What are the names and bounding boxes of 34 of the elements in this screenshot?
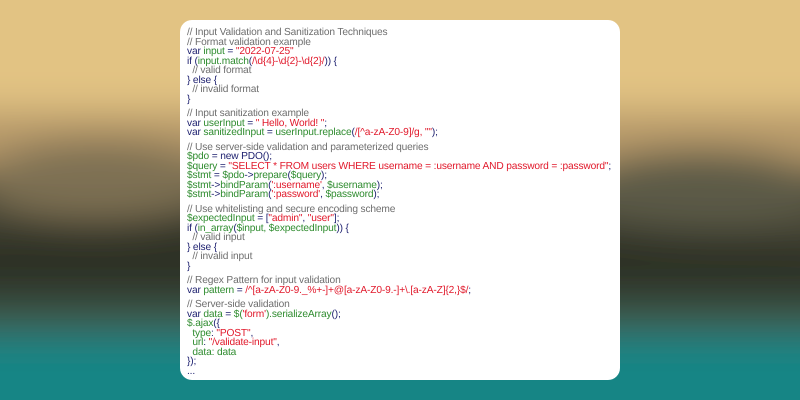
code-line: } else {	[187, 242, 217, 252]
code-line: // valid input	[191, 233, 245, 242]
code-line: $expectedInput = ["admin", "user"];	[187, 214, 340, 224]
code-line: if (in_array($input, $expectedInput)) {	[187, 224, 349, 233]
code-line: // valid format	[191, 66, 252, 76]
code-line: // Use server-side validation and parameterized queries	[187, 142, 428, 152]
code-line: $stmt->bindParam(':password', $password);	[187, 190, 380, 200]
code-line: data: data	[192, 348, 236, 357]
code-line: // Use whitelisting and secure encoding scheme	[187, 204, 396, 214]
code-line: // Input sanitization example	[187, 109, 309, 118]
code-line: } else {	[187, 76, 217, 85]
code-line: var input = "2022-07-25"	[187, 47, 294, 56]
code-line: ...	[187, 366, 196, 376]
code-line: // Server-side validation	[187, 300, 290, 310]
code-line: var userInput = " Hello, World! ";	[187, 118, 327, 128]
code-line: $query = "SELECT * FROM users WHERE username = :username AND password = :password";	[187, 162, 612, 171]
code-line: // invalid format	[191, 85, 259, 94]
code-line: // invalid input	[191, 252, 252, 262]
code-line: $stmt->bindParam(':username', $username);	[187, 180, 383, 190]
code-line: if (input.match(/\d{4}-\d{2}-\d{2}/)) {	[187, 56, 337, 66]
code-line: $pdo = new PDO();	[187, 152, 272, 162]
code-line: }	[187, 94, 190, 104]
code-line: url: "/validate-input",	[191, 338, 280, 348]
code-line: $stmt = $pdo->prepare($query);	[187, 171, 327, 180]
code-line: var pattern = /^[a-zA-Z0-9._%+-]+@[a-zA-Z0-9.-]+\.[a-zA-Z]{2,}$/;	[187, 286, 471, 295]
code-line: var data = $('form').serializeArray();	[187, 310, 341, 319]
code-line: }	[187, 262, 190, 271]
code-line: // Regex Pattern for input validation	[187, 276, 341, 286]
code-line: // Input Validation and Sanitization Techniques	[187, 28, 388, 38]
code-line: $.ajax({	[187, 319, 220, 328]
code-line: var sanitizedInput = userInput.replace(/[^a-zA-Z0-9]/g, "");	[187, 128, 438, 138]
code-line: type: "POST",	[192, 328, 254, 338]
code-line: });	[187, 357, 196, 366]
code-line: // Format validation example	[187, 38, 311, 47]
